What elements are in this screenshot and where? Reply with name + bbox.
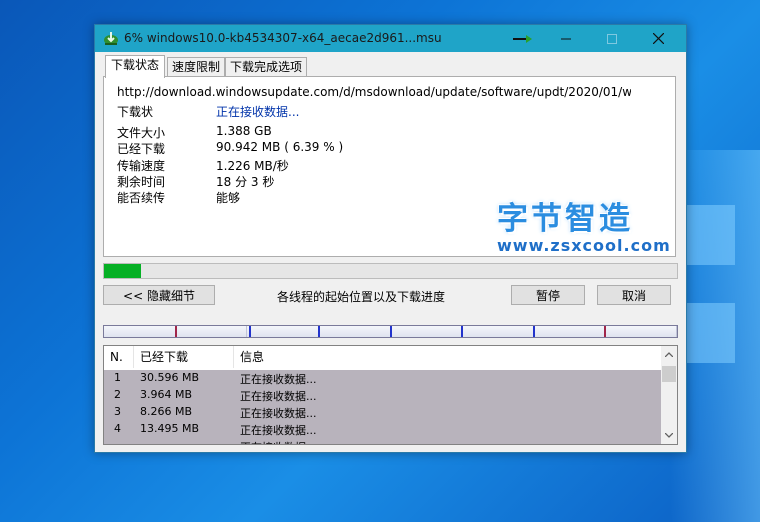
thread-position-marker	[604, 326, 607, 337]
resume-value: 能够	[216, 191, 241, 205]
table-row[interactable]: 4 13.495 MB 正在接收数据...	[104, 421, 661, 438]
thread-info: 正在接收数据...	[240, 390, 317, 403]
thread-progress-caption: 各线程的起始位置以及下载进度	[277, 290, 446, 304]
watermark: 字节智造 www.zsxcool.com	[497, 193, 672, 255]
file-size-value: 1.388 GB	[216, 124, 272, 138]
thread-number: 1	[114, 371, 121, 384]
thread-position-marker	[249, 326, 252, 337]
thread-info: 正在接收数据...	[240, 439, 317, 444]
thread-segment	[318, 326, 391, 337]
windows-logo	[680, 205, 760, 465]
chevron-down-icon	[665, 433, 673, 438]
downloaded-value: 90.942 MB ( 6.39 % )	[216, 140, 344, 154]
time-left-value: 18 分 3 秒	[216, 175, 275, 189]
thread-downloaded: 3.964 MB	[140, 388, 193, 401]
thread-segment	[462, 326, 534, 337]
downloaded-label: 已经下载	[117, 142, 166, 156]
thread-position-marker	[174, 326, 177, 337]
thread-position-marker	[317, 326, 320, 337]
thread-segment	[247, 326, 319, 337]
table-row[interactable]: 2 3.964 MB 正在接收数据...	[104, 387, 661, 404]
column-header-number[interactable]: N.	[104, 346, 134, 368]
scroll-down-button[interactable]	[661, 427, 677, 444]
transfer-rate-value: 1.226 MB/秒	[216, 159, 289, 173]
progress-fill	[104, 264, 141, 278]
scroll-up-button[interactable]	[661, 346, 677, 363]
table-row[interactable]: 3 8.266 MB 正在接收数据...	[104, 404, 661, 421]
table-row[interactable]: 1 30.596 MB 正在接收数据...	[104, 370, 661, 387]
thread-list-header: N. 已经下载 信息	[104, 346, 661, 368]
thread-segment	[104, 326, 176, 337]
thread-segment	[390, 326, 463, 337]
thread-segment	[175, 326, 248, 337]
watermark-title: 字节智造	[497, 201, 633, 237]
status-value: 正在接收数据...	[216, 105, 300, 119]
cancel-button[interactable]: 取消	[597, 285, 671, 305]
scroll-thumb[interactable]	[662, 366, 676, 382]
maximize-button[interactable]	[589, 25, 635, 52]
thread-number: 2	[114, 388, 121, 401]
idm-icon	[104, 32, 118, 45]
transfer-rate-label: 传输速度	[117, 159, 166, 173]
windows-logo-pane	[680, 205, 735, 265]
minimize-button[interactable]	[543, 25, 589, 52]
thread-segment	[605, 326, 677, 337]
download-url: http://download.windowsupdate.com/d/msdo…	[117, 85, 631, 99]
tab-download-status[interactable]: 下载状态	[105, 55, 165, 78]
chevron-up-icon	[665, 352, 673, 357]
resume-label: 能否续传	[117, 191, 166, 205]
column-header-downloaded[interactable]: 已经下载	[134, 346, 234, 368]
thread-segments-bar	[103, 325, 678, 338]
status-label: 下载状	[117, 105, 154, 119]
thread-list[interactable]: N. 已经下载 信息 1 30.596 MB 正在接收数据... 2 3.964 MB 正…	[103, 345, 678, 445]
thread-position-marker	[461, 326, 464, 337]
arrow-icon	[513, 35, 532, 43]
close-button[interactable]	[635, 25, 681, 52]
thread-number: 4	[114, 422, 121, 435]
download-progress-bar	[103, 263, 678, 279]
hide-details-button[interactable]: << 隐藏细节	[103, 285, 215, 305]
minimize-icon	[561, 38, 571, 39]
thread-list-scrollbar[interactable]	[661, 346, 677, 444]
thread-info: 正在接收数据...	[240, 407, 317, 420]
tab-completion-options[interactable]: 下载完成选项	[225, 57, 307, 77]
thread-number: 3	[114, 405, 121, 418]
thread-info: 正在接收数据...	[240, 424, 317, 437]
thread-downloaded: 13.495 MB	[140, 422, 200, 435]
column-header-info[interactable]: 信息	[234, 346, 661, 368]
maximize-icon	[607, 33, 617, 44]
time-left-label: 剩余时间	[117, 175, 166, 189]
thread-info: 正在接收数据...	[240, 373, 317, 386]
download-window: 6% windows10.0-kb4534307-x64_aecae2d961.…	[94, 24, 687, 453]
watermark-url: www.zsxcool.com	[497, 236, 671, 255]
tab-speed-limit[interactable]: 速度限制	[167, 57, 225, 77]
status-panel: http://download.windowsupdate.com/d/msdo…	[103, 76, 676, 257]
title-bar[interactable]: 6% windows10.0-kb4534307-x64_aecae2d961.…	[95, 25, 686, 52]
thread-position-marker	[532, 326, 535, 337]
thread-list-body: 1 30.596 MB 正在接收数据... 2 3.964 MB 正在接收数据... 3 8.…	[104, 370, 661, 444]
file-size-label: 文件大小	[117, 126, 166, 140]
close-icon	[652, 33, 664, 44]
window-title: 6% windows10.0-kb4534307-x64_aecae2d961.…	[124, 31, 442, 45]
pause-button[interactable]: 暂停	[511, 285, 585, 305]
table-row[interactable]: 正在接收数据...	[104, 438, 661, 444]
thread-segment	[533, 326, 606, 337]
thread-downloaded: 8.266 MB	[140, 405, 193, 418]
thread-position-marker	[389, 326, 392, 337]
thread-downloaded: 30.596 MB	[140, 371, 200, 384]
windows-logo-pane	[680, 303, 735, 363]
